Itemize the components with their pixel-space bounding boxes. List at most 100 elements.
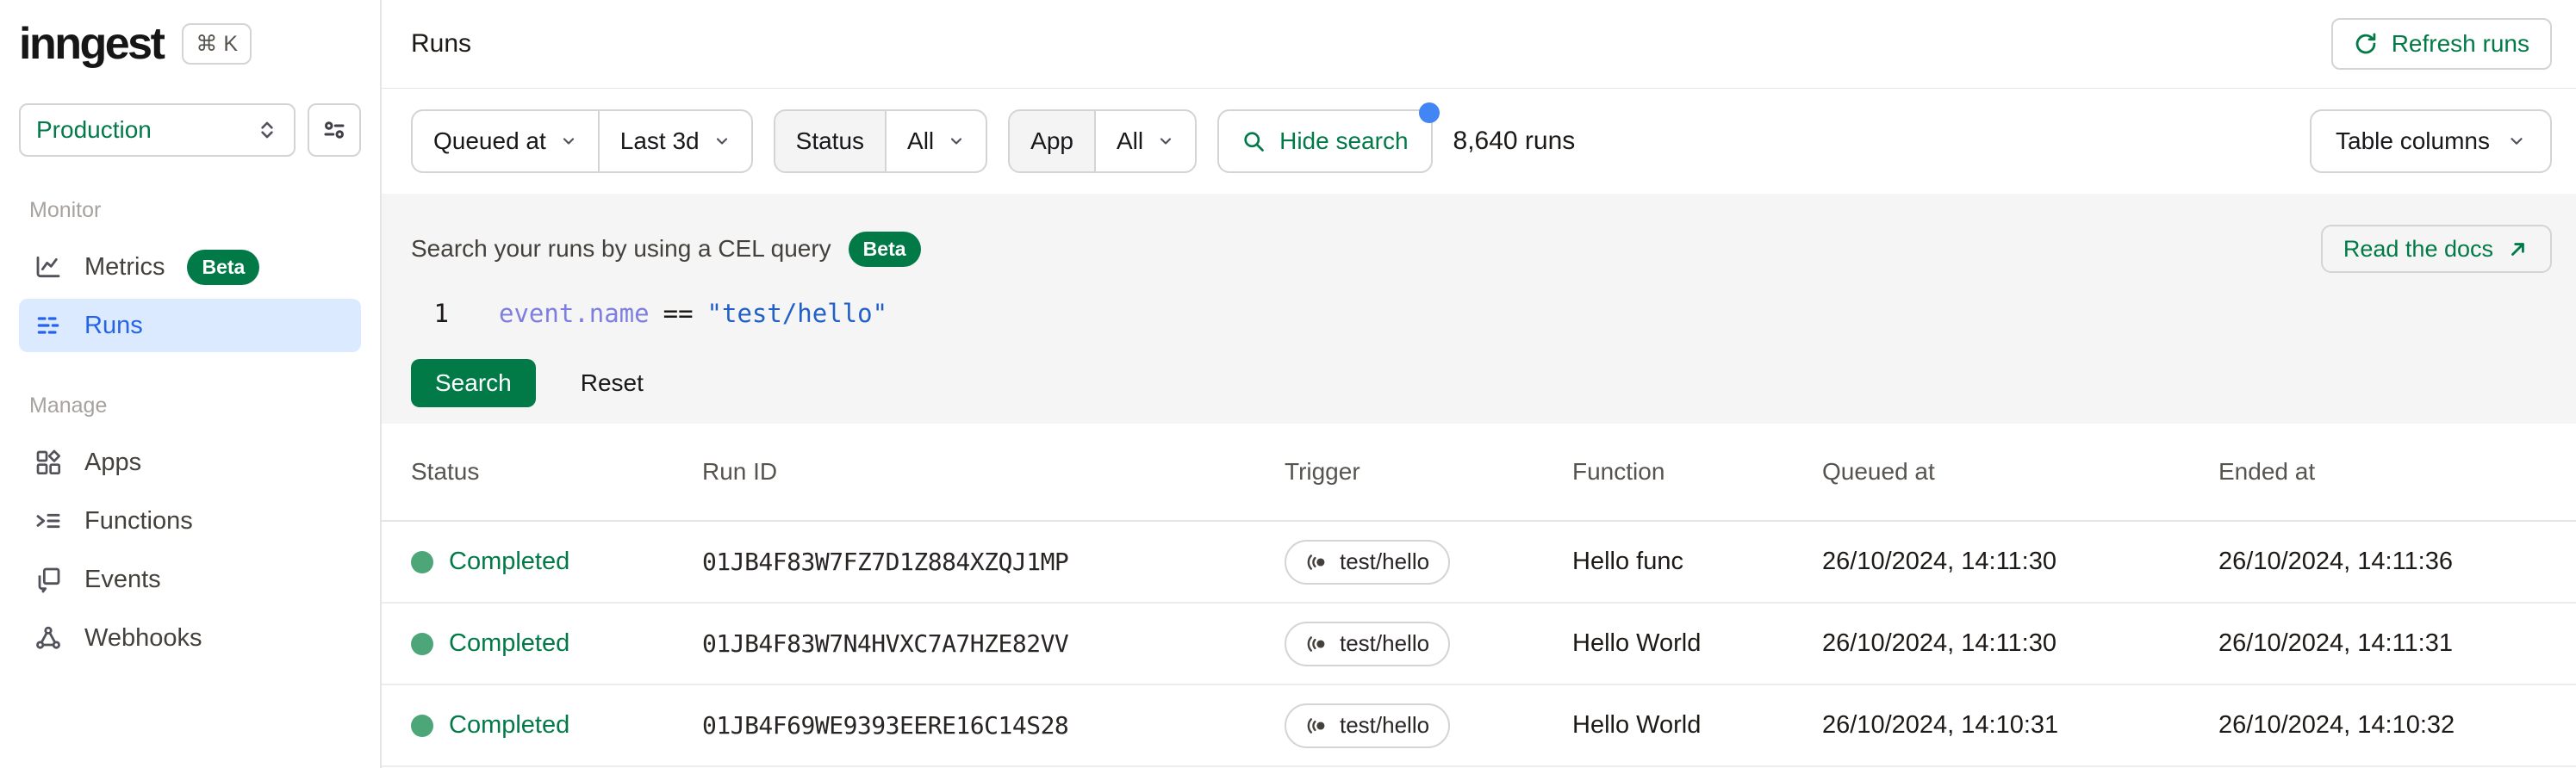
event-pulse-icon xyxy=(1305,715,1328,737)
run-function: Hello World xyxy=(1572,629,1702,657)
trigger-badge[interactable]: test/hello xyxy=(1285,621,1451,666)
filter-bar: Queued at Last 3d Status All App All Hid… xyxy=(382,89,2576,194)
app-filter: App All xyxy=(1008,109,1198,173)
metrics-icon xyxy=(34,253,62,281)
cel-query-editor[interactable]: 1 event.name == "test/hello" xyxy=(411,299,2552,328)
run-function: Hello World xyxy=(1572,711,1702,739)
cel-operator-token: == xyxy=(663,299,694,328)
sidebar-item-label: Functions xyxy=(84,506,193,535)
refresh-runs-button[interactable]: Refresh runs xyxy=(2330,18,2552,70)
table-row[interactable]: Completed 01JB4F69WE9393EERE16C14S28 tes… xyxy=(382,685,2576,767)
sidebar-item-label: Metrics xyxy=(84,252,165,281)
search-button[interactable]: Search xyxy=(411,359,536,407)
external-link-icon xyxy=(2507,238,2529,260)
status-dot-icon xyxy=(411,714,433,737)
status-dot-icon xyxy=(411,550,433,573)
run-queued-at: 26/10/2024, 14:11:30 xyxy=(1822,548,2056,575)
trigger-badge[interactable]: test/hello xyxy=(1285,703,1451,748)
refresh-runs-label: Refresh runs xyxy=(2391,30,2529,57)
column-header-ended-at: Ended at xyxy=(2218,458,2316,485)
sidebar-item-metrics[interactable]: Metrics Beta xyxy=(19,240,361,294)
cel-beta-badge: Beta xyxy=(848,231,921,267)
sidebar-item-label: Webhooks xyxy=(84,623,202,652)
table-columns-button[interactable]: Table columns xyxy=(2310,109,2552,173)
sidebar-item-functions[interactable]: Functions xyxy=(19,494,361,548)
page-header: Runs Refresh runs xyxy=(382,0,2576,89)
chevron-down-icon xyxy=(948,133,965,150)
refresh-icon xyxy=(2354,32,2378,56)
inngest-logo: inngest xyxy=(19,19,165,69)
status-filter-dropdown[interactable]: All xyxy=(885,111,986,171)
run-status: Completed xyxy=(411,629,702,658)
column-header-queued-at: Queued at xyxy=(1822,458,1935,485)
runs-icon xyxy=(34,312,62,339)
time-range-value: Last 3d xyxy=(619,127,700,154)
sidebar-item-webhooks[interactable]: Webhooks xyxy=(19,611,361,665)
chevron-down-icon xyxy=(1157,133,1174,150)
status-filter-value: All xyxy=(907,127,935,154)
editor-line-number: 1 xyxy=(433,299,449,328)
run-queued-at: 26/10/2024, 14:10:31 xyxy=(1822,711,2059,739)
command-k-label: ⌘ K xyxy=(196,32,239,56)
read-the-docs-link[interactable]: Read the docs xyxy=(2320,225,2552,273)
column-header-run-id: Run ID xyxy=(702,458,778,485)
chevron-down-icon xyxy=(713,133,731,150)
trigger-badge[interactable]: test/hello xyxy=(1285,539,1451,585)
run-ended-at: 26/10/2024, 14:11:31 xyxy=(2218,629,2453,657)
status-filter-label: Status xyxy=(775,111,886,171)
run-id: 01JB4F83W7N4HVXC7A7HZE82VV xyxy=(702,629,1069,658)
chevron-down-icon xyxy=(560,133,577,150)
event-pulse-icon xyxy=(1305,633,1328,655)
run-id: 01JB4F83W7FZ7D1Z884XZQJ1MP xyxy=(702,548,1069,576)
sidebar: inngest ⌘ K Production Monitor Metrics B… xyxy=(0,0,382,768)
runs-table-header: Status Run ID Trigger Function Queued at… xyxy=(382,424,2576,522)
read-the-docs-label: Read the docs xyxy=(2343,235,2493,262)
cel-string-token: "test/hello" xyxy=(706,299,888,328)
sliders-icon xyxy=(321,117,347,143)
table-columns-label: Table columns xyxy=(2336,127,2490,154)
logo-row: inngest ⌘ K xyxy=(19,15,361,72)
command-k-shortcut[interactable]: ⌘ K xyxy=(182,23,252,65)
run-status: Completed xyxy=(411,711,702,740)
cel-property-token: event.name xyxy=(499,299,650,328)
run-ended-at: 26/10/2024, 14:10:32 xyxy=(2218,711,2455,739)
column-header-status: Status xyxy=(411,458,480,485)
run-queued-at: 26/10/2024, 14:11:30 xyxy=(1822,629,2056,657)
sidebar-item-runs[interactable]: Runs xyxy=(19,299,361,352)
sidebar-item-events[interactable]: Events xyxy=(19,553,361,606)
time-filter: Queued at Last 3d xyxy=(411,109,753,173)
run-id: 01JB4F69WE9393EERE16C14S28 xyxy=(702,711,1069,740)
time-field-dropdown[interactable]: Queued at xyxy=(413,111,598,171)
sidebar-item-label: Events xyxy=(84,565,161,593)
reset-button[interactable]: Reset xyxy=(581,369,644,397)
cel-panel-heading: Search your runs by using a CEL query xyxy=(411,235,831,262)
webhooks-icon xyxy=(34,624,62,652)
table-row[interactable]: Completed 01JB4F83W7FZ7D1Z884XZQJ1MP tes… xyxy=(382,522,2576,604)
sidebar-section-manage: Manage xyxy=(29,393,108,418)
cel-search-panel: Search your runs by using a CEL query Be… xyxy=(382,194,2576,424)
apps-icon xyxy=(34,449,62,476)
app-filter-dropdown[interactable]: All xyxy=(1093,111,1195,171)
status-dot-icon xyxy=(411,632,433,655)
environment-select[interactable]: Production xyxy=(19,103,296,157)
sidebar-section-monitor: Monitor xyxy=(29,198,102,222)
run-function: Hello func xyxy=(1572,548,1683,575)
app-filter-label: App xyxy=(1010,111,1094,171)
run-status: Completed xyxy=(411,548,702,576)
time-range-dropdown[interactable]: Last 3d xyxy=(597,111,751,171)
environment-value: Production xyxy=(36,116,152,143)
event-pulse-icon xyxy=(1305,551,1328,573)
sidebar-item-apps[interactable]: Apps xyxy=(19,436,361,489)
main-area: Runs Refresh runs Queued at Last 3d Stat… xyxy=(382,0,2576,768)
app-filter-value: All xyxy=(1116,127,1144,154)
search-notification-dot xyxy=(1418,102,1440,123)
column-header-function: Function xyxy=(1572,458,1665,485)
table-row[interactable]: Completed 01JB4F83W7N4HVXC7A7HZE82VV tes… xyxy=(382,604,2576,685)
time-field-value: Queued at xyxy=(433,127,546,154)
events-icon xyxy=(34,566,62,593)
metrics-beta-badge: Beta xyxy=(187,249,260,285)
environment-settings-button[interactable] xyxy=(308,103,361,157)
page-title: Runs xyxy=(411,29,472,58)
hide-search-button[interactable]: Hide search xyxy=(1217,102,1440,173)
up-down-chevron-icon xyxy=(256,119,278,141)
